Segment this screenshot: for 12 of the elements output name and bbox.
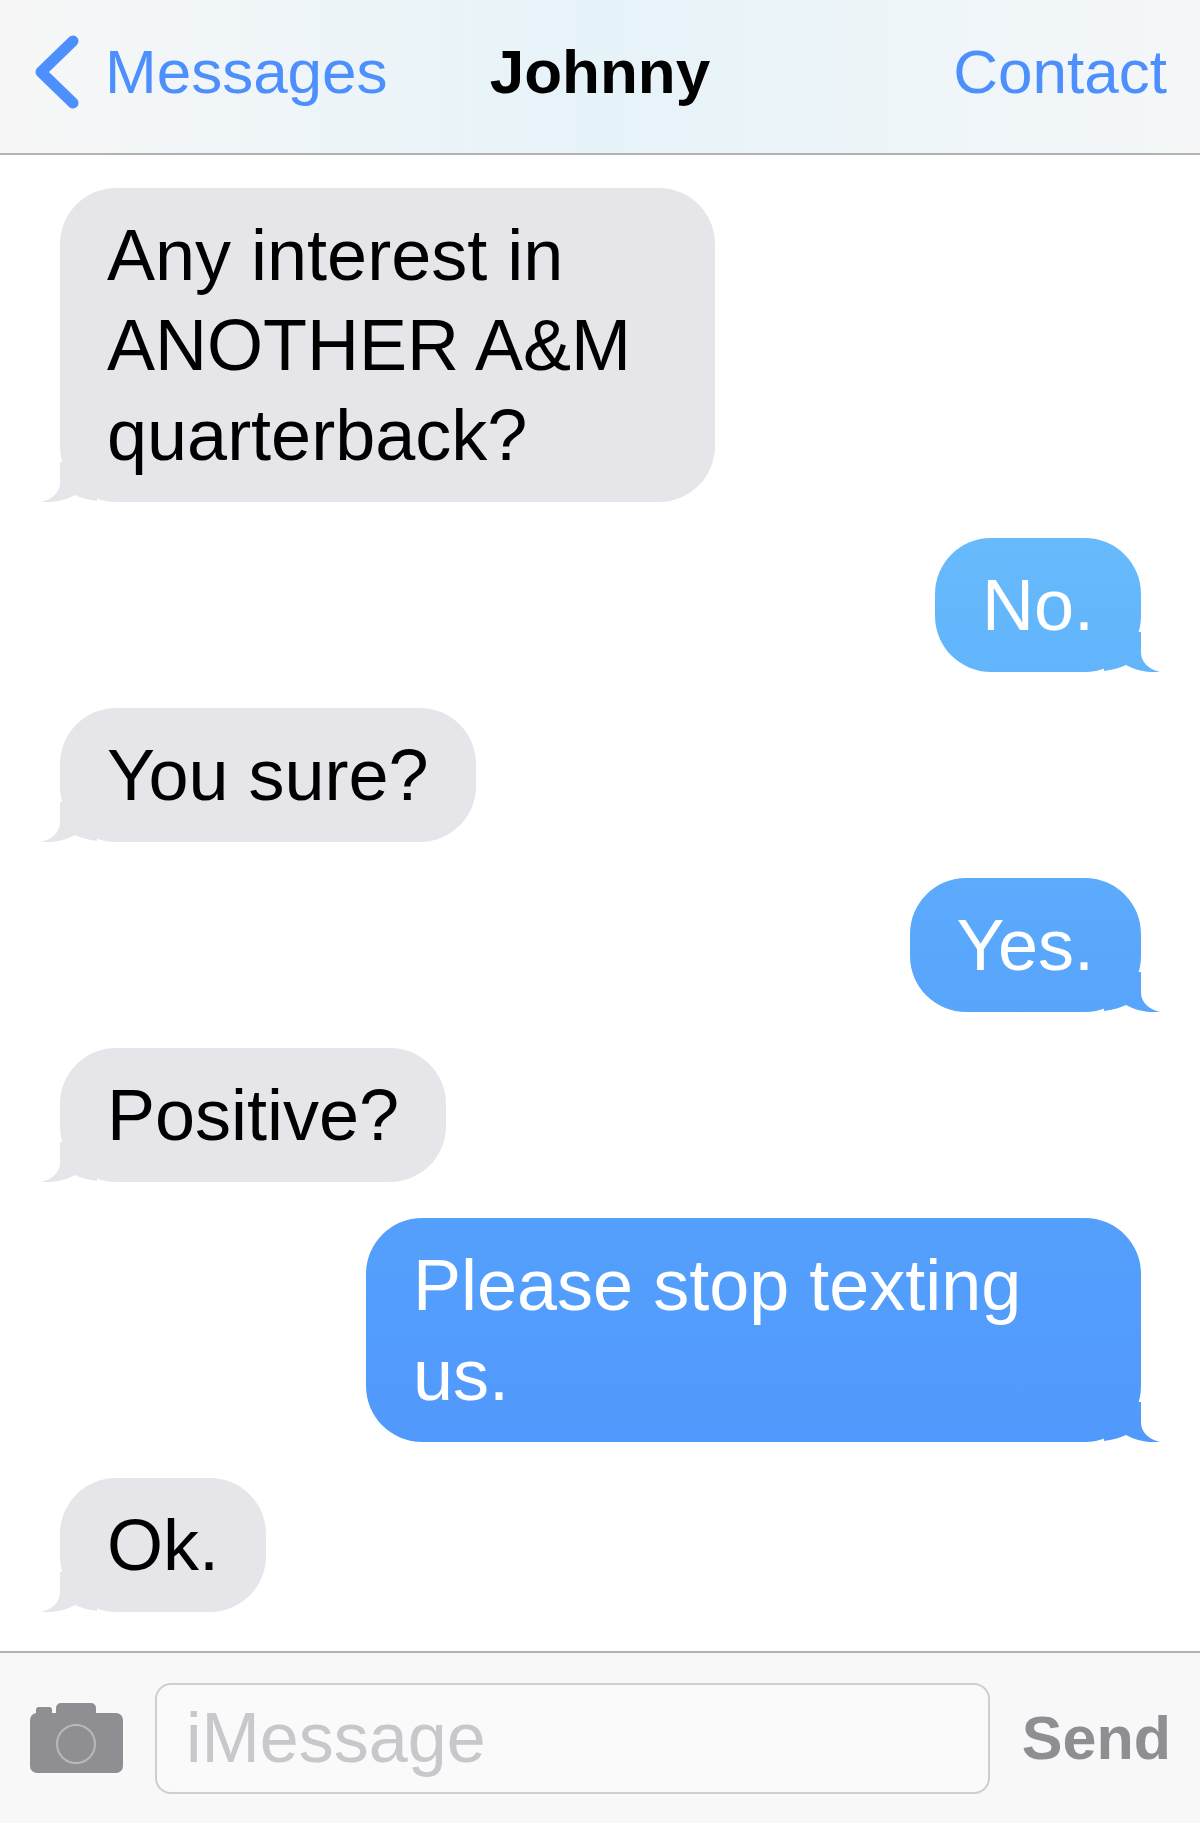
chevron-left-icon (33, 34, 79, 109)
message-text: Ok. (107, 1504, 219, 1587)
message-text: Please stop texting us. (413, 1244, 1023, 1417)
send-button[interactable]: Send (1021, 1707, 1171, 1769)
back-button[interactable]: Messages (0, 34, 388, 109)
contact-button[interactable]: Contact (953, 40, 1200, 103)
message-text: Yes. (956, 904, 1094, 987)
message-text: Any interest in ANOTHER A&M quarterback? (107, 214, 633, 477)
message-text: You sure? (107, 734, 429, 817)
message-text: No. (981, 564, 1094, 647)
camera-icon[interactable] (30, 1703, 123, 1773)
message-text: Positive? (107, 1074, 400, 1157)
